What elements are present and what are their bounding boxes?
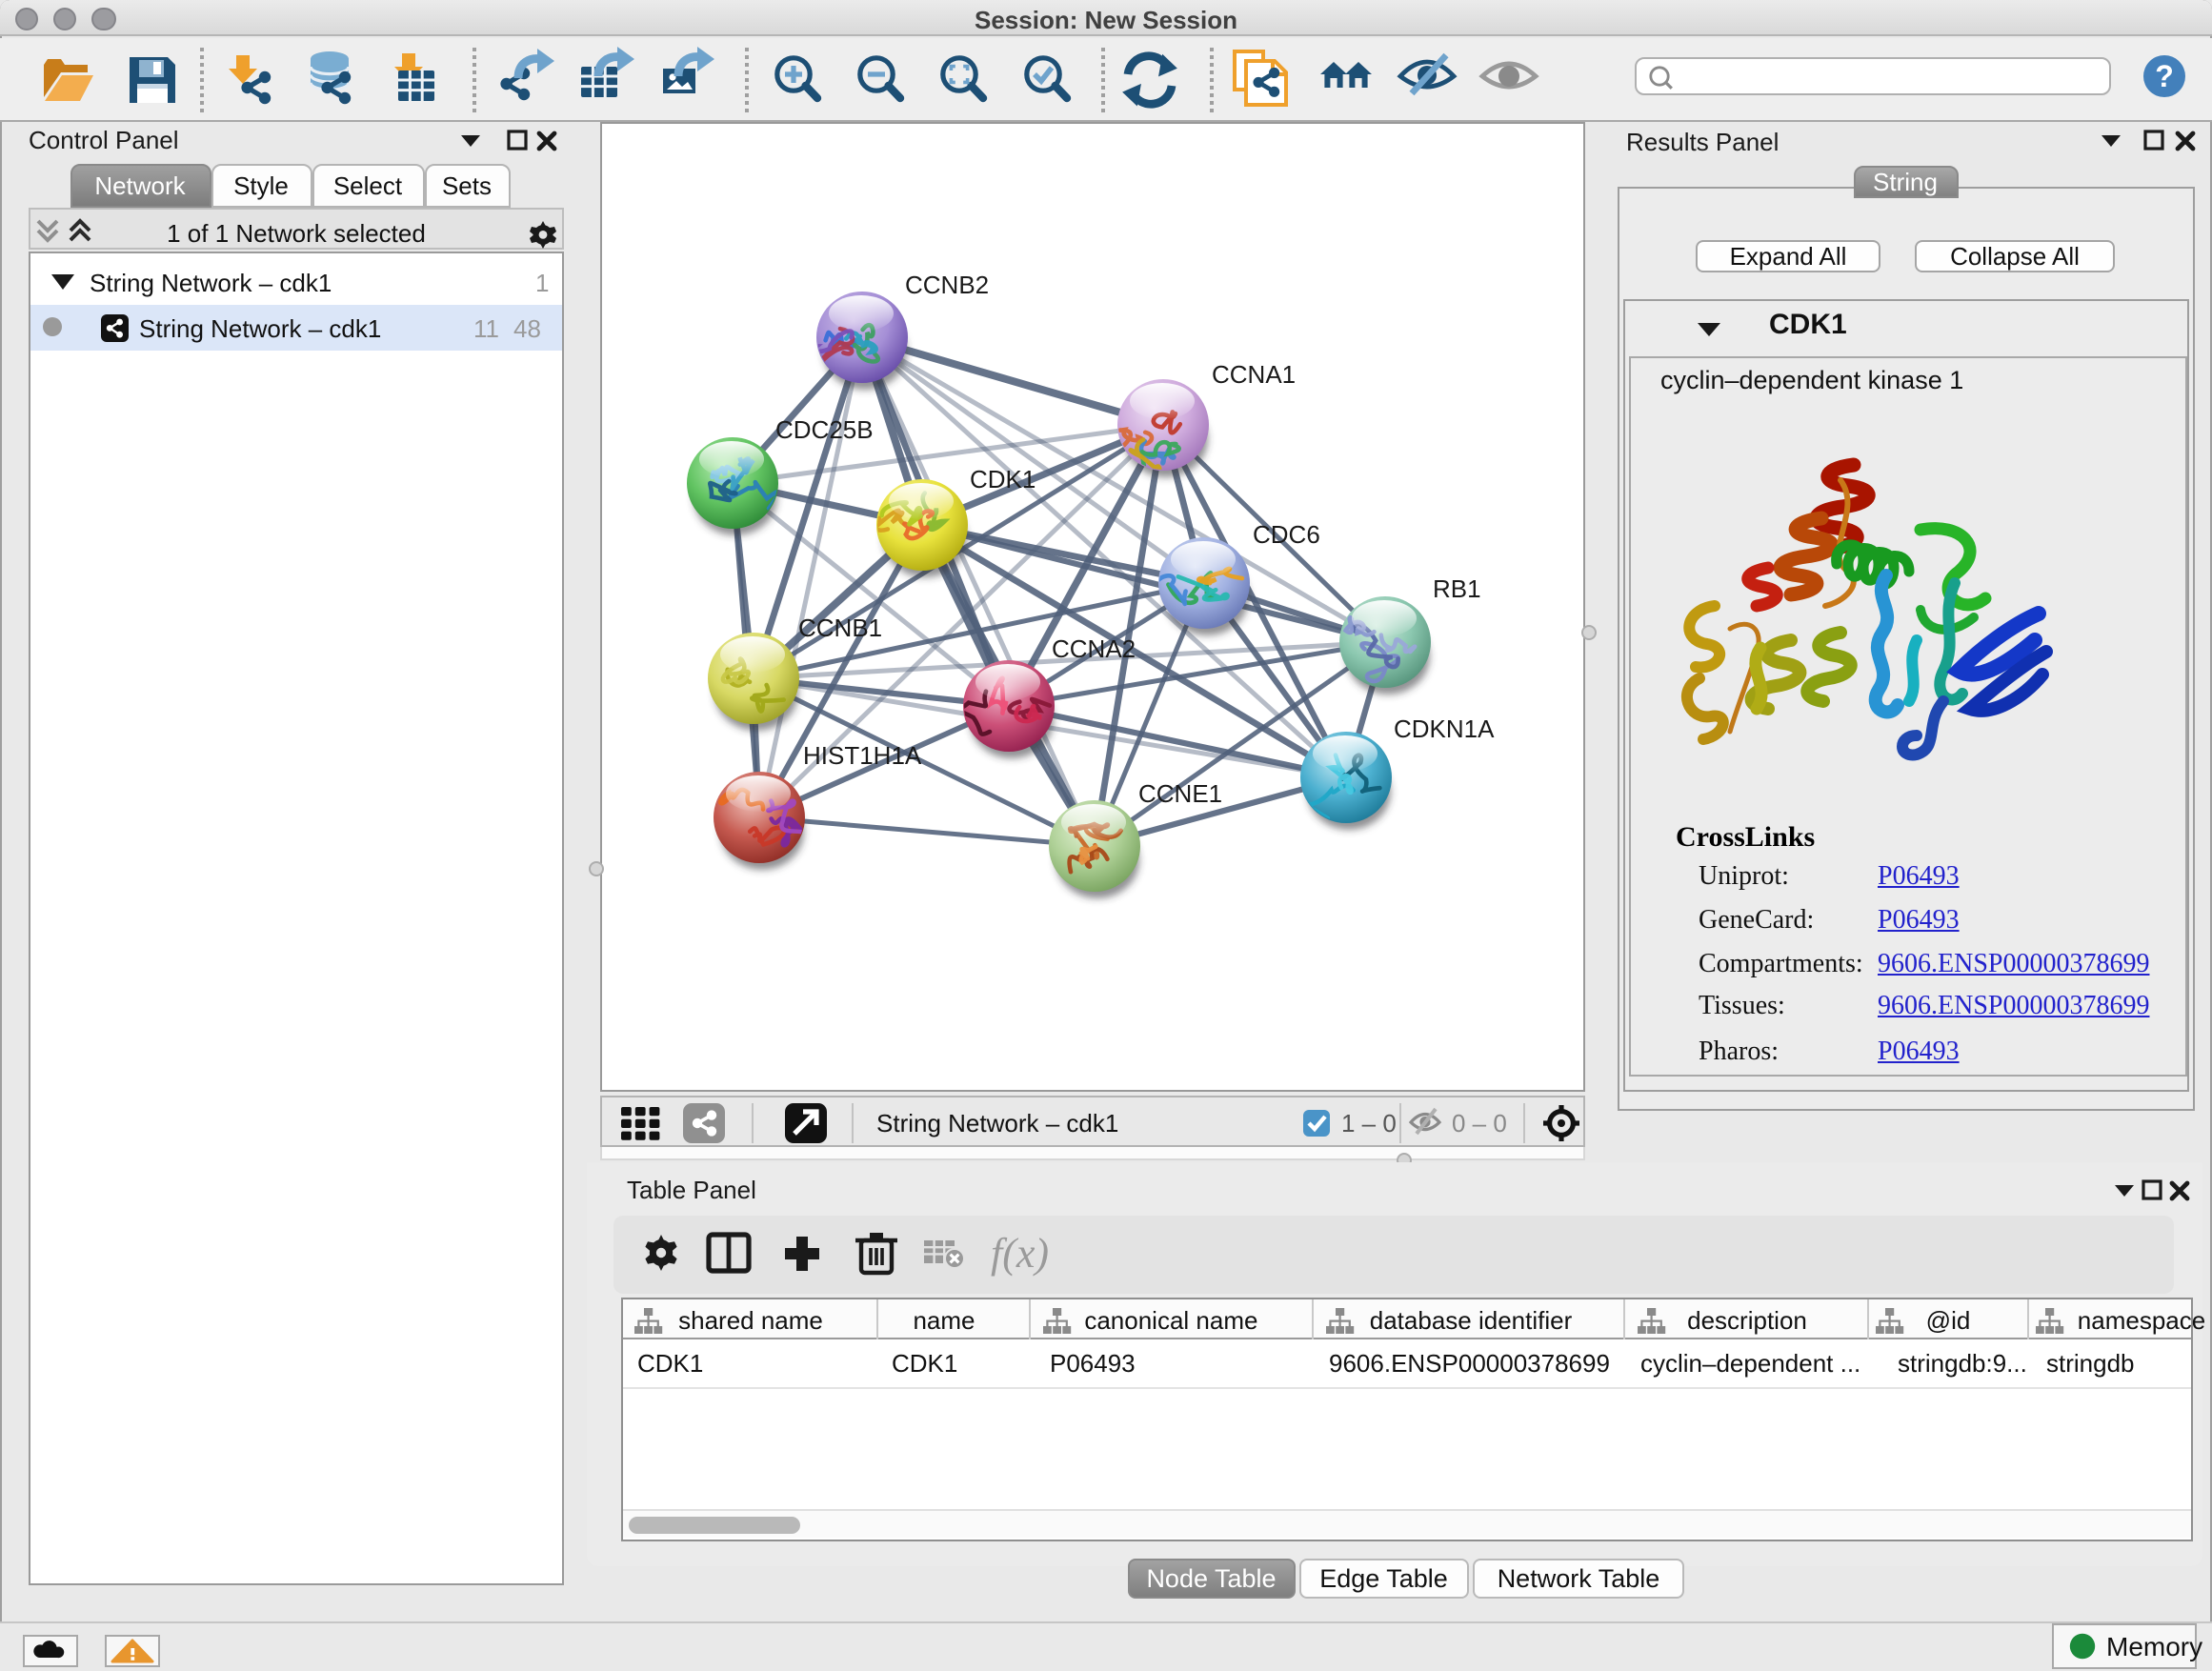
svg-text:description: description <box>1686 1305 1806 1334</box>
svg-text:CCNB2: CCNB2 <box>905 271 989 299</box>
svg-text:canonical name: canonical name <box>1083 1305 1257 1334</box>
svg-text:CDKN1A: CDKN1A <box>1394 715 1495 743</box>
svg-text:0 – 0: 0 – 0 <box>1452 1108 1507 1137</box>
svg-text:CDC6: CDC6 <box>1253 520 1320 549</box>
svg-text:1 – 0: 1 – 0 <box>1341 1108 1397 1137</box>
svg-text:?: ? <box>2155 59 2174 93</box>
svg-text:HIST1H1A: HIST1H1A <box>803 741 922 770</box>
svg-text:CDK1: CDK1 <box>970 465 1036 493</box>
svg-text:CCNA1: CCNA1 <box>1212 360 1296 389</box>
svg-text:CCNE1: CCNE1 <box>1138 779 1222 808</box>
svg-text:f(x): f(x) <box>990 1229 1048 1276</box>
svg-text:CCNB1: CCNB1 <box>798 614 882 642</box>
svg-text:@id: @id <box>1925 1305 1970 1334</box>
svg-text:namespace: namespace <box>2077 1305 2204 1334</box>
svg-text:shared name: shared name <box>677 1305 822 1334</box>
svg-text:database identifier: database identifier <box>1369 1305 1572 1334</box>
svg-text:CCNA2: CCNA2 <box>1052 634 1136 663</box>
svg-text:RB1: RB1 <box>1433 574 1481 603</box>
svg-text:name: name <box>912 1305 974 1334</box>
svg-text:CDC25B: CDC25B <box>775 415 874 444</box>
